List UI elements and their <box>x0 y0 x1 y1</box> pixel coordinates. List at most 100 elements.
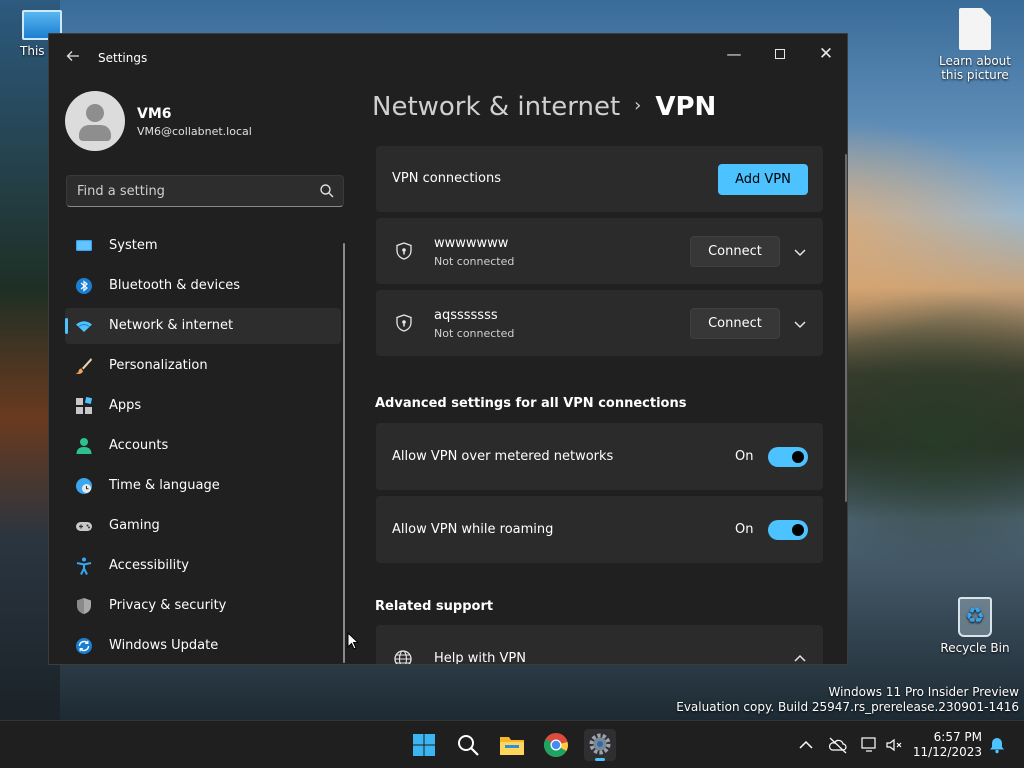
content-scrollbar[interactable] <box>845 154 847 502</box>
user-email: VM6@collabnet.local <box>137 125 252 138</box>
help-with-vpn-row[interactable]: Help with VPN <box>376 625 823 665</box>
windows-watermark: Windows 11 Pro Insider Preview Evaluatio… <box>676 685 1019 715</box>
chrome-icon <box>543 733 568 758</box>
sidebar-item-network[interactable]: Network & internet <box>65 308 341 344</box>
page-title: VPN <box>655 92 717 122</box>
close-icon: ✕ <box>818 44 834 64</box>
sidebar-item-label: System <box>109 238 158 253</box>
metered-networks-toggle[interactable] <box>768 447 808 467</box>
watermark-edition: Windows 11 Pro Insider Preview <box>828 685 1019 699</box>
avatar-head <box>86 104 104 122</box>
sidebar-nav: System Bluetooth & devices Network & int… <box>65 228 341 664</box>
maximize-button[interactable] <box>757 38 803 70</box>
roaming-setting: Allow VPN while roaming On <box>376 496 823 563</box>
shield-icon <box>77 598 91 614</box>
volume-muted-icon[interactable] <box>884 735 904 755</box>
taskbar-clock[interactable]: 6:57 PM 11/12/2023 <box>912 730 982 760</box>
apps-icon <box>76 397 93 414</box>
vpn-connection-row[interactable]: wwwwwww Not connected Connect <box>376 218 823 284</box>
taskbar-search-button[interactable] <box>452 729 484 761</box>
learn-about-label-line2: this picture <box>941 68 1009 82</box>
watermark-build: Evaluation copy. Build 25947.rs_prerelea… <box>676 700 1019 714</box>
globe-clock-icon <box>76 478 92 494</box>
sidebar-item-label: Bluetooth & devices <box>109 278 240 293</box>
windows-logo-icon <box>413 734 435 756</box>
toggle-knob <box>792 451 804 463</box>
bluetooth-icon <box>76 278 92 294</box>
user-name: VM6 <box>137 106 172 122</box>
sidebar-item-label: Network & internet <box>109 318 234 333</box>
connect-button[interactable]: Connect <box>690 308 780 339</box>
settings-taskbar-button[interactable] <box>584 729 616 761</box>
metered-toggle-state: On <box>735 449 754 464</box>
vpn-status: Not connected <box>434 255 515 268</box>
globe-icon <box>394 650 412 664</box>
back-button[interactable] <box>63 48 83 68</box>
sidebar-item-privacy-security[interactable]: Privacy & security <box>65 588 341 624</box>
search-input[interactable] <box>67 176 307 206</box>
sidebar-item-label: Apps <box>109 398 142 413</box>
vpn-name: aqsssssss <box>434 308 498 323</box>
close-button[interactable]: ✕ <box>803 38 847 70</box>
breadcrumb-separator: › <box>634 95 642 116</box>
vpn-name: wwwwwww <box>434 236 509 251</box>
notification-bell-icon[interactable] <box>987 735 1007 755</box>
search-icon[interactable] <box>319 183 335 199</box>
vpn-status: Not connected <box>434 327 515 340</box>
sidebar-item-windows-update[interactable]: Windows Update <box>65 628 341 664</box>
sidebar-item-apps[interactable]: Apps <box>65 388 341 424</box>
sidebar-item-accounts[interactable]: Accounts <box>65 428 341 464</box>
help-with-vpn-label: Help with VPN <box>434 651 526 665</box>
chevron-down-icon[interactable] <box>792 316 808 332</box>
network-monitor-icon[interactable] <box>860 735 880 755</box>
sidebar-item-time-language[interactable]: Time & language <box>65 468 341 504</box>
sidebar-item-system[interactable]: System <box>65 228 341 264</box>
sidebar-item-label: Gaming <box>109 518 160 533</box>
sidebar-item-bluetooth[interactable]: Bluetooth & devices <box>65 268 341 304</box>
file-explorer-button[interactable] <box>496 729 528 761</box>
roaming-toggle-state: On <box>735 522 754 537</box>
connect-button[interactable]: Connect <box>690 236 780 267</box>
vpn-connection-row[interactable]: aqsssssss Not connected Connect <box>376 290 823 356</box>
roaming-toggle[interactable] <box>768 520 808 540</box>
title-bar[interactable]: Settings — ✕ <box>49 34 847 80</box>
sidebar-item-accessibility[interactable]: Accessibility <box>65 548 341 584</box>
search-box[interactable] <box>66 175 344 207</box>
sidebar-item-label: Accessibility <box>109 558 189 573</box>
add-vpn-button[interactable]: Add VPN <box>718 164 808 195</box>
chrome-button[interactable] <box>540 729 572 761</box>
avatar-body <box>79 125 111 141</box>
vpn-connections-label: VPN connections <box>392 171 501 186</box>
minimize-button[interactable]: — <box>711 38 757 70</box>
clock-time: 6:57 PM <box>933 730 982 744</box>
minimize-icon: — <box>726 45 742 63</box>
chevron-up-icon[interactable] <box>792 651 808 665</box>
sidebar-item-label: Time & language <box>109 478 220 493</box>
sidebar-item-personalization[interactable]: Personalization <box>65 348 341 384</box>
metered-networks-setting: Allow VPN over metered networks On <box>376 423 823 490</box>
start-button[interactable] <box>408 729 440 761</box>
roaming-label: Allow VPN while roaming <box>392 522 554 537</box>
mouse-cursor-icon <box>347 632 359 650</box>
sidebar-scrollbar[interactable] <box>343 243 345 663</box>
related-support-heading: Related support <box>375 599 494 614</box>
file-icon <box>959 8 991 50</box>
chevron-down-icon[interactable] <box>792 244 808 260</box>
breadcrumb: Network & internet › VPN <box>372 92 716 122</box>
show-hidden-icons-chevron-up-icon[interactable] <box>796 735 816 755</box>
sidebar-item-gaming[interactable]: Gaming <box>65 508 341 544</box>
recycle-bin-desktop-icon[interactable]: ♻ Recycle Bin <box>933 597 1017 655</box>
onedrive-off-icon[interactable] <box>828 735 848 755</box>
breadcrumb-parent[interactable]: Network & internet <box>372 92 620 122</box>
gear-icon <box>589 733 611 755</box>
avatar[interactable] <box>65 91 125 151</box>
window-title: Settings <box>98 51 148 65</box>
sidebar-item-label: Windows Update <box>109 638 219 653</box>
monitor-icon <box>76 240 92 251</box>
advanced-settings-heading: Advanced settings for all VPN connection… <box>375 396 687 411</box>
settings-window: Settings — ✕ VM6 VM6@collabnet.local Sys… <box>48 33 848 665</box>
vpn-connections-card: VPN connections Add VPN <box>376 146 823 212</box>
recycle-bin-label: Recycle Bin <box>940 641 1010 655</box>
learn-about-picture-desktop-icon[interactable]: Learn about this picture <box>933 8 1017 82</box>
brush-icon <box>75 358 92 374</box>
